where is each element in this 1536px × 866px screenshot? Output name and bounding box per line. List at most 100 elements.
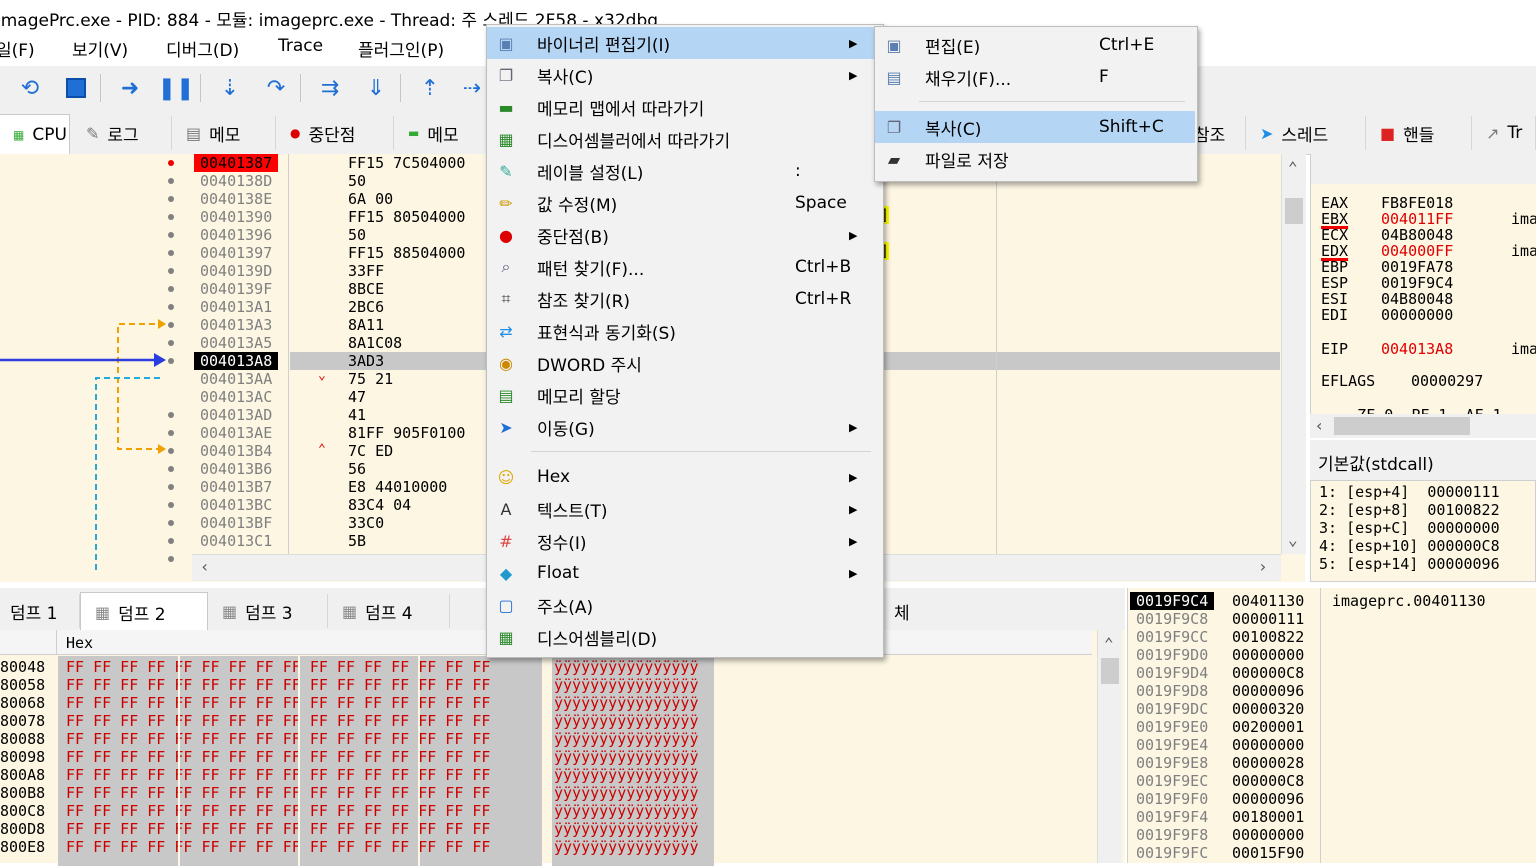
dump-ascii-row[interactable]: ÿÿÿÿÿÿÿÿÿÿÿÿÿÿÿÿ	[554, 730, 699, 748]
dump-ascii-row[interactable]: ÿÿÿÿÿÿÿÿÿÿÿÿÿÿÿÿ	[554, 802, 699, 820]
menu-item-copy[interactable]: ❐ 복사(C) Shift+C	[875, 111, 1195, 143]
menu-item-memory-map-follow[interactable]: ▬ 메모리 맵에서 따라가기	[487, 91, 881, 123]
menu-item-sync-expression[interactable]: ⇄ 표현식과 동기화(S)	[487, 315, 881, 347]
restart-icon[interactable]: ⟲	[16, 74, 44, 102]
stack-value[interactable]: 00100822	[1232, 628, 1304, 646]
disasm-bytes[interactable]: 83C4 04	[348, 496, 411, 514]
stack-address[interactable]: 0019F9E8	[1136, 754, 1208, 772]
disasm-address[interactable]: 00401390	[200, 208, 272, 226]
dump-hex-row[interactable]: FF FF FF FF FF FF FF FF FF FF FF FF FF F…	[66, 676, 490, 694]
disasm-bytes[interactable]: 6A 00	[348, 190, 393, 208]
menu-item-find-pattern[interactable]: ⌕ 패턴 찾기(F)... Ctrl+B	[487, 251, 881, 283]
tab-log[interactable]: ✎ 로그	[72, 116, 172, 150]
dump-ascii-row[interactable]: ÿÿÿÿÿÿÿÿÿÿÿÿÿÿÿÿ	[554, 694, 699, 712]
menu-item-edit[interactable]: ▣ 편집(E) Ctrl+E	[875, 29, 1195, 61]
run-icon[interactable]: ➜	[116, 74, 144, 102]
stack-value[interactable]: 00000096	[1232, 682, 1304, 700]
stack-value[interactable]: 00000028	[1232, 754, 1304, 772]
stack-value[interactable]: 00000000	[1232, 736, 1304, 754]
menu-item-address[interactable]: ▢ 주소(A)	[487, 589, 881, 621]
tab-dump-2[interactable]: ▦ 덤프 2	[80, 592, 208, 632]
tab-threads[interactable]: ➤ 스레드	[1246, 116, 1366, 150]
disasm-address[interactable]: 004013AA	[200, 370, 272, 388]
dump-hex-row[interactable]: FF FF FF FF FF FF FF FF FF FF FF FF FF F…	[66, 784, 490, 802]
stack-value[interactable]: 00015F90	[1232, 844, 1304, 862]
menu-item-find-references[interactable]: ⌗ 참조 찾기(R) Ctrl+R	[487, 283, 881, 315]
disasm-bytes[interactable]: 8A1C08	[348, 334, 402, 352]
dump-address[interactable]: 800B8	[0, 784, 45, 802]
stack-value[interactable]: 00000111	[1232, 610, 1304, 628]
dump-hex-row[interactable]: FF FF FF FF FF FF FF FF FF FF FF FF FF F…	[66, 838, 490, 856]
menu-item-text[interactable]: A 텍스트(T) ▶	[487, 493, 881, 525]
menu-plugins[interactable]: 플러그인(P)	[358, 36, 444, 61]
dump-vertical-scrollbar[interactable]: ⌃	[1097, 630, 1122, 863]
disasm-bytes[interactable]: 8BCE	[348, 280, 384, 298]
execute-till-return-icon[interactable]: ⇡	[416, 74, 444, 102]
menu-view[interactable]: 보기(V)	[72, 36, 128, 61]
stack-address[interactable]: 0019F9FC	[1136, 844, 1208, 862]
step-over-icon[interactable]: ↷	[262, 74, 290, 102]
dump-ascii-row[interactable]: ÿÿÿÿÿÿÿÿÿÿÿÿÿÿÿÿ	[554, 766, 699, 784]
menu-item-save-file[interactable]: ▰ 파일로 저장	[875, 143, 1195, 175]
stack-address[interactable]: 0019F9F0	[1136, 790, 1208, 808]
disasm-bytes[interactable]: 81FF 905F0100	[348, 424, 465, 442]
menu-item-float[interactable]: ◆ Float ▶	[487, 557, 881, 589]
menu-item-hex[interactable]: ☺ Hex ▶	[487, 461, 881, 493]
tab-breakpoints[interactable]: ● 중단점	[276, 116, 394, 150]
registers-horizontal-scrollbar[interactable]: ‹	[1310, 414, 1536, 438]
dump-address[interactable]: 800C8	[0, 802, 45, 820]
disasm-address[interactable]: 004013A8	[194, 352, 279, 370]
disasm-address[interactable]: 004013B7	[200, 478, 272, 496]
run-to-user-icon[interactable]: ⇢	[458, 74, 486, 102]
step-into-icon[interactable]: ⇣	[216, 74, 244, 102]
dump-address[interactable]: 80088	[0, 730, 45, 748]
stack-address[interactable]: 0019F9E0	[1136, 718, 1208, 736]
eip-value[interactable]: 004013A8	[1381, 340, 1453, 358]
stack-address[interactable]: 0019F9EC	[1136, 772, 1208, 790]
tab-notes[interactable]: ▤ 메모	[172, 116, 276, 150]
disasm-bytes[interactable]: 5B	[348, 532, 366, 550]
dump-hex-row[interactable]: FF FF FF FF FF FF FF FF FF FF FF FF FF F…	[66, 712, 490, 730]
dump-ascii-row[interactable]: ÿÿÿÿÿÿÿÿÿÿÿÿÿÿÿÿ	[554, 748, 699, 766]
dump-hex-row[interactable]: FF FF FF FF FF FF FF FF FF FF FF FF FF F…	[66, 820, 490, 838]
dump-hex-row[interactable]: FF FF FF FF FF FF FF FF FF FF FF FF FF F…	[66, 658, 490, 676]
stack-address[interactable]: 0019F9CC	[1136, 628, 1208, 646]
disasm-address[interactable]: 0040139D	[200, 262, 272, 280]
menu-item-modify-value[interactable]: ✏ 값 수정(M) Space	[487, 187, 881, 219]
tab-watch[interactable]: 체	[880, 594, 940, 628]
stack-value[interactable]: 00000000	[1232, 646, 1304, 664]
menu-item-disassembly[interactable]: ▦ 디스어셈블리(D)	[487, 621, 881, 653]
disasm-address[interactable]: 004013A1	[200, 298, 272, 316]
disasm-address[interactable]: 004013BC	[200, 496, 272, 514]
disasm-bytes[interactable]: FF15 7C504000	[348, 154, 465, 172]
menu-debug[interactable]: 디버그(D)	[166, 36, 239, 61]
dump-address[interactable]: 800D8	[0, 820, 45, 838]
disasm-bytes[interactable]: 33C0	[348, 514, 384, 532]
stack-address[interactable]: 0019F9D8	[1136, 682, 1208, 700]
stack-value[interactable]: 000000C8	[1232, 664, 1304, 682]
disasm-address[interactable]: 0040139F	[200, 280, 272, 298]
menu-item-label[interactable]: ✎ 레이블 설정(L):	[487, 155, 881, 187]
disasm-address[interactable]: 00401387	[194, 154, 279, 172]
disasm-address[interactable]: 004013A5	[200, 334, 272, 352]
disasm-address[interactable]: 00401396	[200, 226, 272, 244]
trace-into-icon[interactable]: ⇉	[316, 74, 344, 102]
stack-value[interactable]: 00401130	[1232, 592, 1304, 610]
tab-cpu[interactable]: ▦ CPU	[0, 114, 70, 154]
tab-dump-4[interactable]: ▦ 덤프 4	[328, 594, 450, 628]
disasm-vertical-scrollbar[interactable]: ⌃ ⌄	[1281, 154, 1306, 554]
stack-value[interactable]: 00180001	[1232, 808, 1304, 826]
disasm-bytes[interactable]: FF15 88504000	[348, 244, 465, 262]
disasm-bytes[interactable]: 56	[348, 460, 366, 478]
disasm-bytes[interactable]: 8A11	[348, 316, 384, 334]
menu-trace[interactable]: Trace	[278, 36, 323, 56]
tab-handles[interactable]: ■ 핸들	[1366, 116, 1472, 150]
dump-address[interactable]: 80098	[0, 748, 45, 766]
disasm-bytes[interactable]: 2BC6	[348, 298, 384, 316]
dump-address[interactable]: 800A8	[0, 766, 45, 784]
dump-ascii-area[interactable]: ÿÿÿÿÿÿÿÿÿÿÿÿÿÿÿÿ ÿÿÿÿÿÿÿÿÿÿÿÿÿÿÿÿ ÿÿÿÿÿÿÿÿ…	[552, 656, 714, 866]
breakpoint-dot[interactable]	[168, 160, 174, 166]
dump-ascii-row[interactable]: ÿÿÿÿÿÿÿÿÿÿÿÿÿÿÿÿ	[554, 658, 699, 676]
disasm-address[interactable]: 004013BF	[200, 514, 272, 532]
disasm-address[interactable]: 004013AC	[200, 388, 272, 406]
